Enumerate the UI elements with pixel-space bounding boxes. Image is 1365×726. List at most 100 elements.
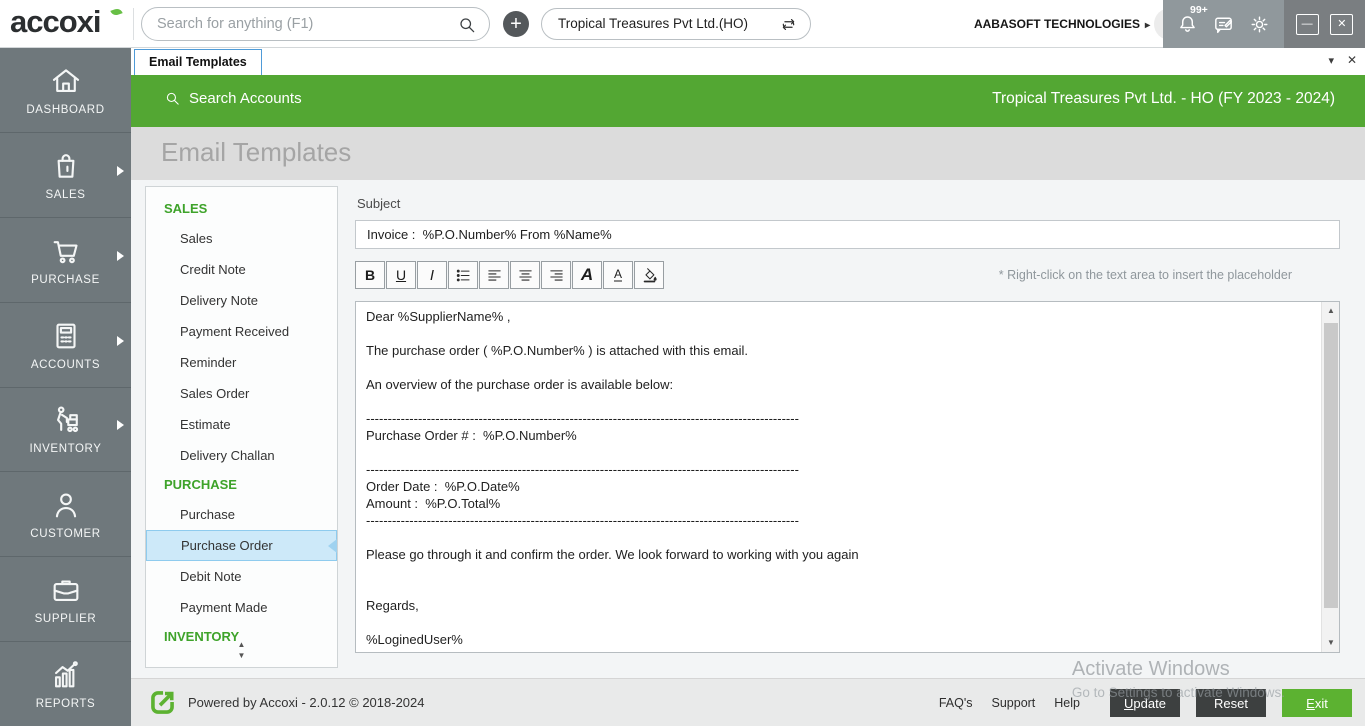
page-title: Email Templates — [161, 137, 352, 167]
sidebar-item[interactable]: PURCHASE — [0, 216, 131, 302]
sidebar-item-label: SALES — [45, 188, 86, 201]
nav-row-label: Sales Order — [180, 386, 250, 401]
main-sidebar: DASHBOARD SALES PURCHASE ACCOUNTS INVENT… — [0, 48, 131, 726]
tab-list-caret-icon[interactable]: ▾ — [1328, 54, 1334, 67]
scrollbar-thumb[interactable] — [1324, 323, 1338, 608]
sidebar-item[interactable]: INVENTORY — [0, 386, 131, 472]
footer-link[interactable]: Help — [1054, 696, 1080, 710]
scroll-up-icon[interactable]: ▲ — [146, 639, 337, 650]
nav-row[interactable]: Payment Made — [146, 592, 337, 623]
nav-row[interactable]: Delivery Note — [146, 285, 337, 316]
nav-row[interactable]: SALES — [146, 195, 337, 223]
vertical-scrollbar[interactable]: ▲ ▼ — [1321, 302, 1339, 652]
sidebar-item-label: CUSTOMER — [30, 528, 101, 541]
nav-row-label: Delivery Note — [180, 293, 259, 308]
sidebar-item[interactable]: CUSTOMER — [0, 471, 131, 556]
bullet-list-button[interactable] — [448, 261, 478, 289]
email-body-box: Dear %SupplierName% , The purchase order… — [355, 301, 1340, 653]
scroll-down-icon[interactable]: ▼ — [146, 650, 337, 661]
nav-row[interactable]: Credit Note — [146, 254, 337, 285]
fill-color-icon — [641, 267, 658, 284]
nav-row-label: Debit Note — [180, 569, 242, 584]
scrollbar-up-icon[interactable]: ▲ — [1322, 303, 1340, 319]
subject-label: Subject — [357, 196, 401, 211]
minimize-button[interactable]: — — [1295, 13, 1319, 35]
sidebar-item-label: PURCHASE — [31, 273, 100, 286]
sidebar-item[interactable]: ACCOUNTS — [0, 301, 131, 387]
tab-close-icon[interactable]: ✕ — [1347, 53, 1357, 67]
nav-row[interactable]: Delivery Challan — [146, 440, 337, 471]
search-icon[interactable] — [457, 15, 477, 35]
nav-row[interactable]: Sales — [146, 223, 337, 254]
nav-row-label: Estimate — [180, 417, 231, 432]
align-right-icon — [548, 267, 565, 284]
footer-button[interactable]: Reset — [1196, 689, 1266, 717]
company-selector-label: Tropical Treasures Pvt Ltd.(HO) — [558, 16, 749, 31]
nav-row[interactable]: Reminder — [146, 347, 337, 378]
nav-row-label: Delivery Challan — [180, 448, 275, 463]
fill-color-button[interactable] — [634, 261, 664, 289]
cart-icon — [49, 234, 83, 268]
org-menu[interactable]: AABASOFT TECHNOLOGIES ▸ — [974, 0, 1150, 48]
accoxi-mark-icon — [149, 689, 176, 716]
scrollbar-down-icon[interactable]: ▼ — [1322, 635, 1340, 651]
trolley-icon — [49, 403, 83, 437]
switch-company-icon[interactable] — [779, 15, 798, 34]
footer-actions: FAQ's Support Help Update Reset Exit — [939, 679, 1352, 726]
logo-leaf-icon — [110, 7, 123, 17]
sidebar-item[interactable]: DASHBOARD — [0, 48, 131, 132]
align-center-button[interactable] — [510, 261, 540, 289]
sidebar-item[interactable]: SUPPLIER — [0, 556, 131, 641]
nav-row[interactable]: Estimate — [146, 409, 337, 440]
notification-badge: 99+ — [1190, 4, 1208, 16]
email-body-textarea[interactable]: Dear %SupplierName% , The purchase order… — [356, 302, 1322, 652]
sidebar-item-label: SUPPLIER — [34, 613, 97, 626]
nav-row[interactable]: Debit Note — [146, 561, 337, 592]
accoxi-app-window: accoxi + Tropical Treasures Pvt Ltd.(HO)… — [0, 0, 1365, 726]
messages-icon[interactable] — [1212, 13, 1235, 36]
search-accounts-button[interactable]: Search Accounts — [164, 90, 302, 107]
nav-row-label: Payment Received — [180, 324, 290, 339]
font-color-button[interactable]: A — [603, 261, 633, 289]
footer-button[interactable]: Update — [1110, 689, 1180, 717]
nav-row[interactable]: Purchase Order — [146, 530, 337, 561]
align-left-icon — [486, 267, 503, 284]
calculator-icon — [49, 319, 83, 353]
close-window-button[interactable]: ✕ — [1330, 13, 1354, 35]
footer-button[interactable]: Exit — [1282, 689, 1352, 717]
nav-row[interactable]: Purchase — [146, 499, 337, 530]
account-bar: Search Accounts Tropical Treasures Pvt L… — [131, 75, 1365, 127]
align-right-button[interactable] — [541, 261, 571, 289]
global-search-input[interactable] — [157, 13, 447, 35]
align-center-icon — [517, 267, 534, 284]
body-area: SALES Sales Credit Note Delivery Note Pa… — [131, 180, 1365, 678]
window-controls: — ✕ — [1284, 0, 1365, 48]
company-selector[interactable]: Tropical Treasures Pvt Ltd.(HO) — [541, 8, 811, 40]
sidebar-item[interactable]: REPORTS — [0, 641, 131, 726]
search-accounts-icon — [164, 90, 181, 107]
nav-row[interactable]: Payment Received — [146, 316, 337, 347]
sidebar-item-label: ACCOUNTS — [30, 358, 101, 371]
nav-row-label: Purchase — [180, 507, 235, 522]
nav-row[interactable]: Sales Order — [146, 378, 337, 409]
nav-row[interactable]: PURCHASE — [146, 471, 337, 499]
align-left-button[interactable] — [479, 261, 509, 289]
bold-button[interactable]: B — [355, 261, 385, 289]
footer-link[interactable]: FAQ's — [939, 696, 973, 710]
topbar-icon-panel — [1163, 0, 1284, 48]
footer-link[interactable]: Support — [992, 696, 1036, 710]
org-caret-icon: ▸ — [1144, 20, 1150, 31]
search-accounts-label: Search Accounts — [189, 90, 302, 107]
font-button[interactable]: A — [572, 261, 602, 289]
add-new-button[interactable]: + — [503, 11, 529, 37]
subject-input[interactable] — [355, 220, 1340, 249]
person-icon — [49, 488, 83, 522]
tab-email-templates[interactable]: Email Templates — [134, 49, 262, 75]
powered-by-text: Powered by Accoxi - 2.0.12 © 2018-2024 — [188, 695, 425, 710]
company-fiscal-year: Tropical Treasures Pvt Ltd. - HO (FY 202… — [992, 90, 1335, 107]
underline-button[interactable]: U — [386, 261, 416, 289]
settings-gear-icon[interactable] — [1248, 13, 1271, 36]
sidebar-item[interactable]: SALES — [0, 131, 131, 217]
italic-button[interactable]: I — [417, 261, 447, 289]
accoxi-logo-text: accoxi — [10, 4, 102, 39]
